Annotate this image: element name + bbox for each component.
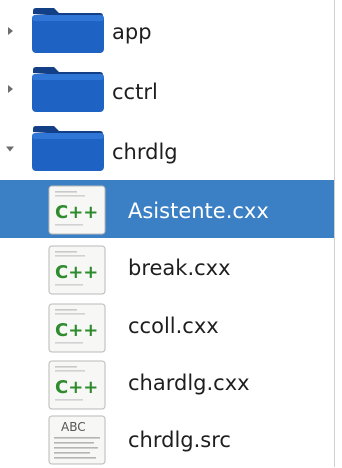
tree-item-label: app [112,20,152,44]
svg-text:C++: C++ [55,377,98,398]
tree-item-app[interactable]: app [0,2,334,60]
expander-collapsed-icon[interactable] [8,85,13,93]
cpp-file-icon: C++ [48,185,106,235]
tree-item-chrdlg[interactable]: chrdlg [0,120,334,178]
text-file-icon: ABC [48,415,106,465]
tree-item-label: ccoll.cxx [128,314,219,338]
folder-icon [32,8,104,53]
cpp-file-icon: C++ [48,360,106,410]
expander-collapsed-icon[interactable] [8,27,13,35]
cpp-file-icon: C++ [48,303,106,353]
tree-item-chardlg-cxx[interactable]: C++ chardlg.cxx [0,355,334,413]
tree-item-label: chrdlg.src [128,428,231,452]
tree-item-label: chardlg.cxx [128,371,250,395]
tree-right-edge [334,0,335,467]
folder-icon [32,126,104,171]
svg-text:ABC: ABC [61,420,86,434]
svg-text:C++: C++ [55,320,98,341]
tree-item-label: Asistente.cxx [128,199,269,223]
tree-item-cctrl[interactable]: cctrl [0,60,334,118]
tree-item-ccoll-cxx[interactable]: C++ ccoll.cxx [0,298,334,356]
tree-item-label: cctrl [112,80,158,104]
svg-text:C++: C++ [55,202,98,223]
expander-expanded-icon[interactable] [6,146,14,152]
folder-icon [32,67,104,112]
tree-item-break-cxx[interactable]: C++ break.cxx [0,240,334,298]
file-tree: app cctrl chrdlg C++ Asistente.cxx C++ b… [0,0,342,467]
tree-item-label: break.cxx [128,256,231,280]
svg-text:C++: C++ [55,262,98,283]
cpp-file-icon: C++ [48,245,106,295]
tree-item-asistente-cxx[interactable]: C++ Asistente.cxx [0,180,334,238]
tree-item-chrdlg-src[interactable]: ABC chrdlg.src [0,410,334,468]
tree-item-label: chrdlg [112,140,178,164]
